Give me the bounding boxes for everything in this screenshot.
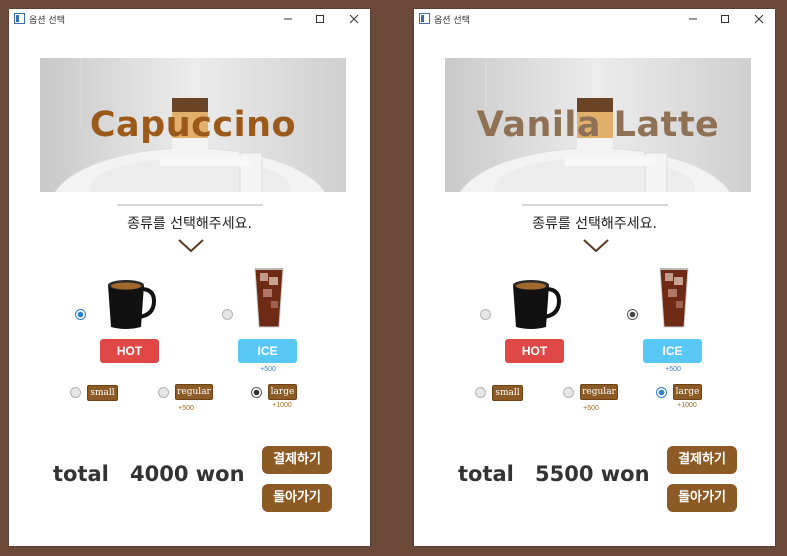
maximize-icon	[721, 15, 729, 23]
window-title: 옵션 선택	[434, 16, 470, 26]
large-surcharge: +1000	[677, 402, 697, 409]
ice-radio[interactable]	[627, 309, 638, 320]
title-bar[interactable]: 옵션 선택	[9, 9, 370, 29]
regular-radio[interactable]	[563, 387, 574, 398]
divider	[117, 204, 263, 206]
close-button[interactable]	[744, 9, 774, 29]
iced-coffee-glass-icon	[659, 268, 689, 328]
hot-radio[interactable]	[75, 309, 86, 320]
maximize-button[interactable]	[305, 9, 335, 29]
app-icon	[14, 13, 25, 24]
pay-button[interactable]: 결제하기	[262, 446, 332, 474]
ice-surcharge: +500	[260, 366, 276, 373]
hot-coffee-mug-icon	[513, 280, 561, 329]
hot-coffee-mug-icon	[108, 280, 156, 329]
regular-surcharge: +500	[178, 405, 194, 412]
regular-button[interactable]: regular	[175, 384, 213, 400]
chevron-down-icon	[583, 239, 609, 253]
hot-radio[interactable]	[480, 309, 491, 320]
app-icon	[419, 13, 430, 24]
regular-button[interactable]: regular	[580, 384, 618, 400]
total-amount: 5500 won	[535, 462, 650, 486]
hot-button[interactable]: HOT	[100, 339, 159, 363]
minimize-icon	[689, 18, 697, 20]
small-radio[interactable]	[70, 387, 81, 398]
divider	[522, 204, 668, 206]
drink-name: Capuccino	[89, 105, 297, 145]
chevron-down-icon	[178, 239, 204, 253]
select-prompt: 종류를 선택해주세요.	[127, 216, 252, 232]
large-button[interactable]: large	[268, 384, 297, 400]
drink-name: Vanila Latte	[476, 105, 720, 145]
select-prompt: 종류를 선택해주세요.	[532, 216, 657, 232]
large-radio[interactable]	[656, 387, 667, 398]
close-icon	[349, 14, 359, 24]
minimize-icon	[284, 18, 292, 20]
small-radio[interactable]	[475, 387, 486, 398]
back-button[interactable]: 돌아가기	[667, 484, 737, 512]
regular-radio[interactable]	[158, 387, 169, 398]
title-bar[interactable]: 옵션 선택	[414, 9, 775, 29]
large-button[interactable]: large	[673, 384, 702, 400]
window-title: 옵션 선택	[29, 16, 65, 26]
close-button[interactable]	[339, 9, 369, 29]
large-surcharge: +1000	[272, 402, 292, 409]
ice-button[interactable]: ICE	[238, 339, 297, 363]
iced-coffee-glass-icon	[254, 268, 284, 328]
regular-surcharge: +500	[583, 405, 599, 412]
minimize-button[interactable]	[273, 9, 303, 29]
option-window-2: 옵션 선택 Vanila Latte 종류를 선택해주세요. HOT ICE +…	[414, 9, 775, 546]
total-amount: 4000 won	[130, 462, 245, 486]
ice-button[interactable]: ICE	[643, 339, 702, 363]
hot-button[interactable]: HOT	[505, 339, 564, 363]
total-label: total	[53, 462, 109, 486]
drink-banner: Capuccino	[40, 58, 346, 192]
total-label: total	[458, 462, 514, 486]
ice-surcharge: +500	[665, 366, 681, 373]
maximize-icon	[316, 15, 324, 23]
close-icon	[754, 14, 764, 24]
ice-radio[interactable]	[222, 309, 233, 320]
small-button[interactable]: small	[492, 385, 523, 401]
pay-button[interactable]: 결제하기	[667, 446, 737, 474]
option-window-1: 옵션 선택 Capuccino 종류를 선택해주세요. HOT ICE +500…	[9, 9, 370, 546]
small-button[interactable]: small	[87, 385, 118, 401]
drink-banner: Vanila Latte	[445, 58, 751, 192]
back-button[interactable]: 돌아가기	[262, 484, 332, 512]
minimize-button[interactable]	[678, 9, 708, 29]
maximize-button[interactable]	[710, 9, 740, 29]
large-radio[interactable]	[251, 387, 262, 398]
